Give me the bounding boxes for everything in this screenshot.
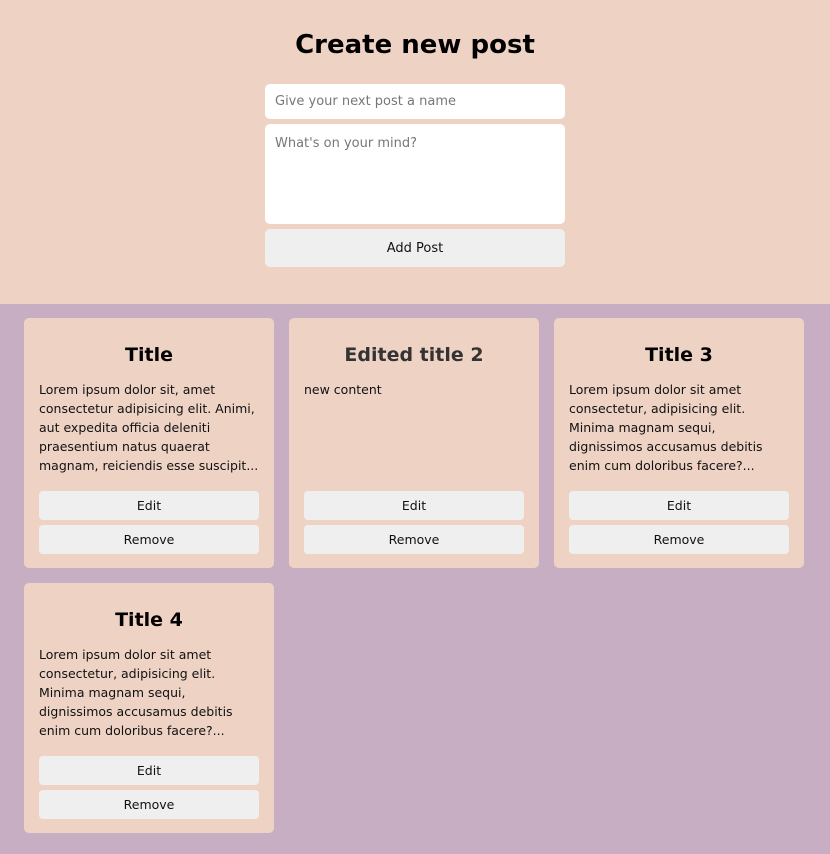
post-card: Title Lorem ipsum dolor sit, amet consec…: [24, 318, 274, 568]
post-card: Title 4 Lorem ipsum dolor sit amet conse…: [24, 583, 274, 833]
post-title-input[interactable]: [265, 84, 565, 119]
remove-post-button[interactable]: Remove: [39, 790, 259, 819]
post-title: Title: [125, 344, 173, 366]
create-post-form: Add Post: [265, 84, 565, 267]
edit-post-button[interactable]: Edit: [304, 491, 524, 520]
post-title: Edited title 2: [344, 344, 484, 366]
post-body: Lorem ipsum dolor sit amet consectetur, …: [569, 382, 763, 473]
post-card: Edited title 2 new content Edit Remove: [289, 318, 539, 568]
post-content-input[interactable]: [265, 124, 565, 224]
remove-post-button[interactable]: Remove: [39, 525, 259, 554]
create-post-heading: Create new post: [295, 30, 535, 60]
post-title: Title 4: [115, 609, 183, 631]
posts-grid: Title Lorem ipsum dolor sit, amet consec…: [0, 304, 830, 833]
edit-post-button[interactable]: Edit: [569, 491, 789, 520]
remove-post-button[interactable]: Remove: [304, 525, 524, 554]
add-post-button[interactable]: Add Post: [265, 229, 565, 267]
post-body: new content: [304, 382, 382, 397]
edit-post-button[interactable]: Edit: [39, 491, 259, 520]
edit-post-button[interactable]: Edit: [39, 756, 259, 785]
post-title: Title 3: [645, 344, 713, 366]
create-post-section: Create new post Add Post: [0, 0, 830, 304]
post-body: Lorem ipsum dolor sit amet consectetur, …: [39, 647, 233, 738]
remove-post-button[interactable]: Remove: [569, 525, 789, 554]
post-card: Title 3 Lorem ipsum dolor sit amet conse…: [554, 318, 804, 568]
post-body: Lorem ipsum dolor sit, amet consectetur …: [39, 382, 259, 473]
